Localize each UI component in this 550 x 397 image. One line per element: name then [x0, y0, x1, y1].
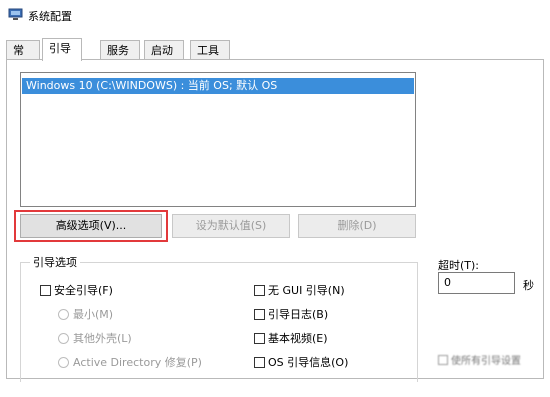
make-permanent-checkbox[interactable]: 使所有引导设置 — [438, 352, 521, 367]
system-config-icon — [8, 8, 23, 20]
radio-circle — [58, 333, 69, 344]
radio-circle — [58, 309, 69, 320]
make-permanent-label: 使所有引导设置 — [451, 356, 521, 367]
minimal-label: 最小(M) — [73, 308, 114, 321]
checkbox-box — [438, 355, 448, 365]
tab-boot[interactable]: 引导 — [42, 38, 82, 61]
boot-os-list[interactable]: Windows 10 (C:\WINDOWS) : 当前 OS; 默认 OS — [20, 72, 416, 207]
active-directory-radio[interactable]: Active Directory 修复(P) — [58, 356, 202, 370]
window-title: 系统配置 — [28, 10, 72, 23]
checkbox-box — [254, 333, 265, 344]
checkbox-box — [254, 309, 265, 320]
os-boot-info-label: OS 引导信息(O) — [268, 356, 349, 369]
timeout-unit: 秒 — [523, 279, 534, 292]
title-bar: 系统配置 — [0, 0, 550, 30]
base-video-label: 基本视频(E) — [268, 332, 328, 345]
base-video-checkbox[interactable]: 基本视频(E) — [254, 332, 328, 346]
no-gui-checkbox[interactable]: 无 GUI 引导(N) — [254, 284, 345, 298]
boot-log-checkbox[interactable]: 引导日志(B) — [254, 308, 328, 322]
timeout-label: 超时(T): — [438, 259, 480, 272]
no-gui-label: 无 GUI 引导(N) — [268, 284, 345, 297]
checkbox-box — [254, 357, 265, 368]
checkbox-box — [254, 285, 265, 296]
os-boot-info-checkbox[interactable]: OS 引导信息(O) — [254, 356, 348, 370]
boot-options-label: 引导选项 — [30, 254, 80, 270]
tab-general[interactable]: 常规 — [6, 40, 40, 76]
advanced-options-button[interactable]: 高级选项(V)... — [20, 214, 162, 238]
minimal-radio[interactable]: 最小(M) — [58, 308, 113, 322]
checkbox-box — [40, 285, 51, 296]
safe-boot-label: 安全引导(F) — [54, 284, 113, 297]
active-directory-label: Active Directory 修复(P) — [73, 356, 202, 369]
set-default-button[interactable]: 设为默认值(S) — [172, 214, 290, 238]
alternate-shell-label: 其他外壳(L) — [73, 332, 132, 345]
tab-services[interactable]: 服务 — [100, 40, 140, 59]
timeout-input[interactable]: 0 — [438, 272, 515, 294]
os-list-item[interactable]: Windows 10 (C:\WINDOWS) : 当前 OS; 默认 OS — [22, 78, 414, 94]
safe-boot-checkbox[interactable]: 安全引导(F) — [40, 284, 113, 298]
alternate-shell-radio[interactable]: 其他外壳(L) — [58, 332, 132, 346]
delete-button[interactable]: 删除(D) — [298, 214, 416, 238]
boot-log-label: 引导日志(B) — [268, 308, 329, 321]
tab-tools[interactable]: 工具 — [190, 40, 230, 59]
radio-circle — [58, 357, 69, 368]
tab-startup[interactable]: 启动 — [144, 40, 184, 59]
